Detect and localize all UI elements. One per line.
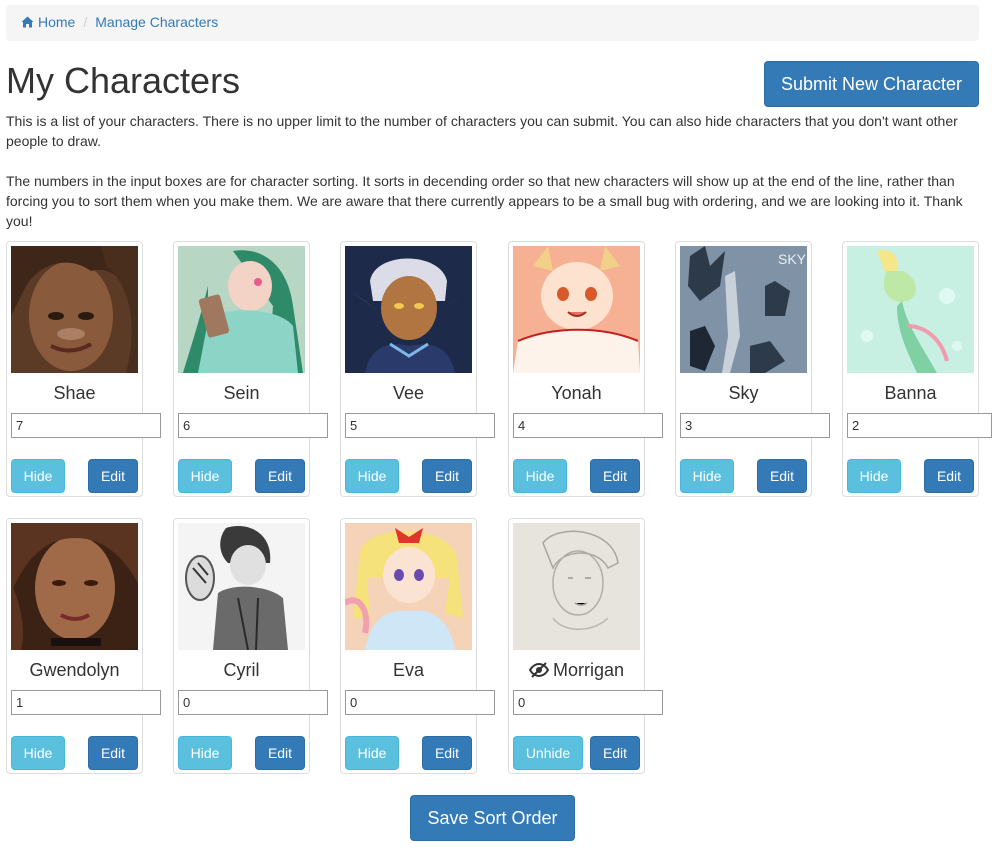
page-title: My Characters [6, 60, 241, 101]
character-thumbnail[interactable] [11, 523, 138, 650]
character-card-cyril: Cyril Hide Edit [173, 518, 328, 774]
character-thumbnail[interactable] [345, 523, 472, 650]
hide-button[interactable]: Hide [178, 459, 232, 493]
eye-slash-icon [528, 662, 549, 678]
edit-button[interactable]: Edit [590, 459, 640, 493]
edit-button[interactable]: Edit [88, 736, 138, 770]
character-name: Cyril [223, 660, 260, 680]
breadcrumb-home-link[interactable]: Home [21, 13, 75, 33]
edit-button[interactable]: Edit [590, 736, 640, 770]
character-name: Sky [728, 383, 759, 403]
edit-button[interactable]: Edit [88, 459, 138, 493]
breadcrumb-home-label: Home [38, 14, 76, 30]
character-name: Morrigan [509, 657, 644, 683]
breadcrumb: Home / Manage Characters [6, 5, 979, 41]
description-paragraph-1: This is a list of your characters. There… [6, 113, 958, 149]
character-name: Gwendolyn [29, 660, 120, 680]
character-card-banna: Banna Hide Edit [842, 241, 992, 497]
hide-button[interactable]: Hide [345, 459, 399, 493]
sort-order-input[interactable] [847, 413, 992, 438]
edit-button[interactable]: Edit [255, 736, 305, 770]
sort-order-input[interactable] [345, 690, 495, 715]
description-paragraph-2: The numbers in the input boxes are for c… [6, 173, 963, 229]
sort-order-input[interactable] [513, 413, 663, 438]
edit-button[interactable]: Edit [255, 459, 305, 493]
hide-button[interactable]: Hide [847, 459, 901, 493]
character-card-vee: Vee Hide Edit [340, 241, 495, 497]
hide-button[interactable]: Hide [345, 736, 399, 770]
character-name: Vee [392, 383, 425, 403]
character-card-sein: Sein Hide Edit [173, 241, 328, 497]
character-thumbnail[interactable] [178, 523, 305, 650]
character-thumbnail[interactable] [513, 523, 640, 650]
sort-order-input[interactable] [345, 413, 495, 438]
hide-button[interactable]: Hide [680, 459, 734, 493]
edit-button[interactable]: Edit [422, 459, 472, 493]
edit-button[interactable]: Edit [924, 459, 974, 493]
character-thumbnail[interactable] [345, 246, 472, 373]
hide-button[interactable]: Hide [513, 459, 567, 493]
hide-button[interactable]: Hide [11, 459, 65, 493]
character-card-yonah: Yonah Hide Edit [508, 241, 663, 497]
character-name: Shae [53, 383, 96, 403]
character-thumbnail[interactable] [513, 246, 640, 373]
breadcrumb-current-link[interactable]: Manage Characters [95, 13, 218, 33]
hide-button[interactable]: Hide [178, 736, 232, 770]
sketch-text: SKY [778, 251, 807, 267]
character-name: Banna [884, 383, 937, 403]
character-thumbnail[interactable] [178, 246, 305, 373]
sort-order-input[interactable] [513, 690, 663, 715]
character-card-sky: SKY Sky Hide Edit [675, 241, 830, 497]
character-name: Yonah [551, 383, 602, 403]
character-name: Sein [223, 383, 260, 403]
submit-new-character-button[interactable]: Submit New Character [764, 61, 979, 107]
character-thumbnail[interactable] [847, 246, 974, 373]
character-card-gwendolyn: Gwendolyn Hide Edit [6, 518, 161, 774]
character-card-shae: Shae Hide Edit [6, 241, 161, 497]
home-icon [21, 16, 34, 28]
sort-order-input[interactable] [11, 413, 161, 438]
sort-order-input[interactable] [178, 690, 328, 715]
character-card-morrigan: Morrigan Unhide Edit [508, 518, 663, 774]
edit-button[interactable]: Edit [757, 459, 807, 493]
character-name: Eva [392, 660, 425, 680]
sort-order-input[interactable] [178, 413, 328, 438]
character-card-eva: Eva Hide Edit [340, 518, 495, 774]
sort-order-input[interactable] [680, 413, 830, 438]
character-thumbnail[interactable]: SKY [680, 246, 807, 373]
hide-button[interactable]: Hide [11, 736, 65, 770]
character-thumbnail[interactable] [11, 246, 138, 373]
edit-button[interactable]: Edit [422, 736, 472, 770]
breadcrumb-separator: / [83, 14, 88, 30]
save-sort-order-button[interactable]: Save Sort Order [410, 795, 575, 841]
unhide-button[interactable]: Unhide [513, 736, 583, 770]
sort-order-input[interactable] [11, 690, 161, 715]
